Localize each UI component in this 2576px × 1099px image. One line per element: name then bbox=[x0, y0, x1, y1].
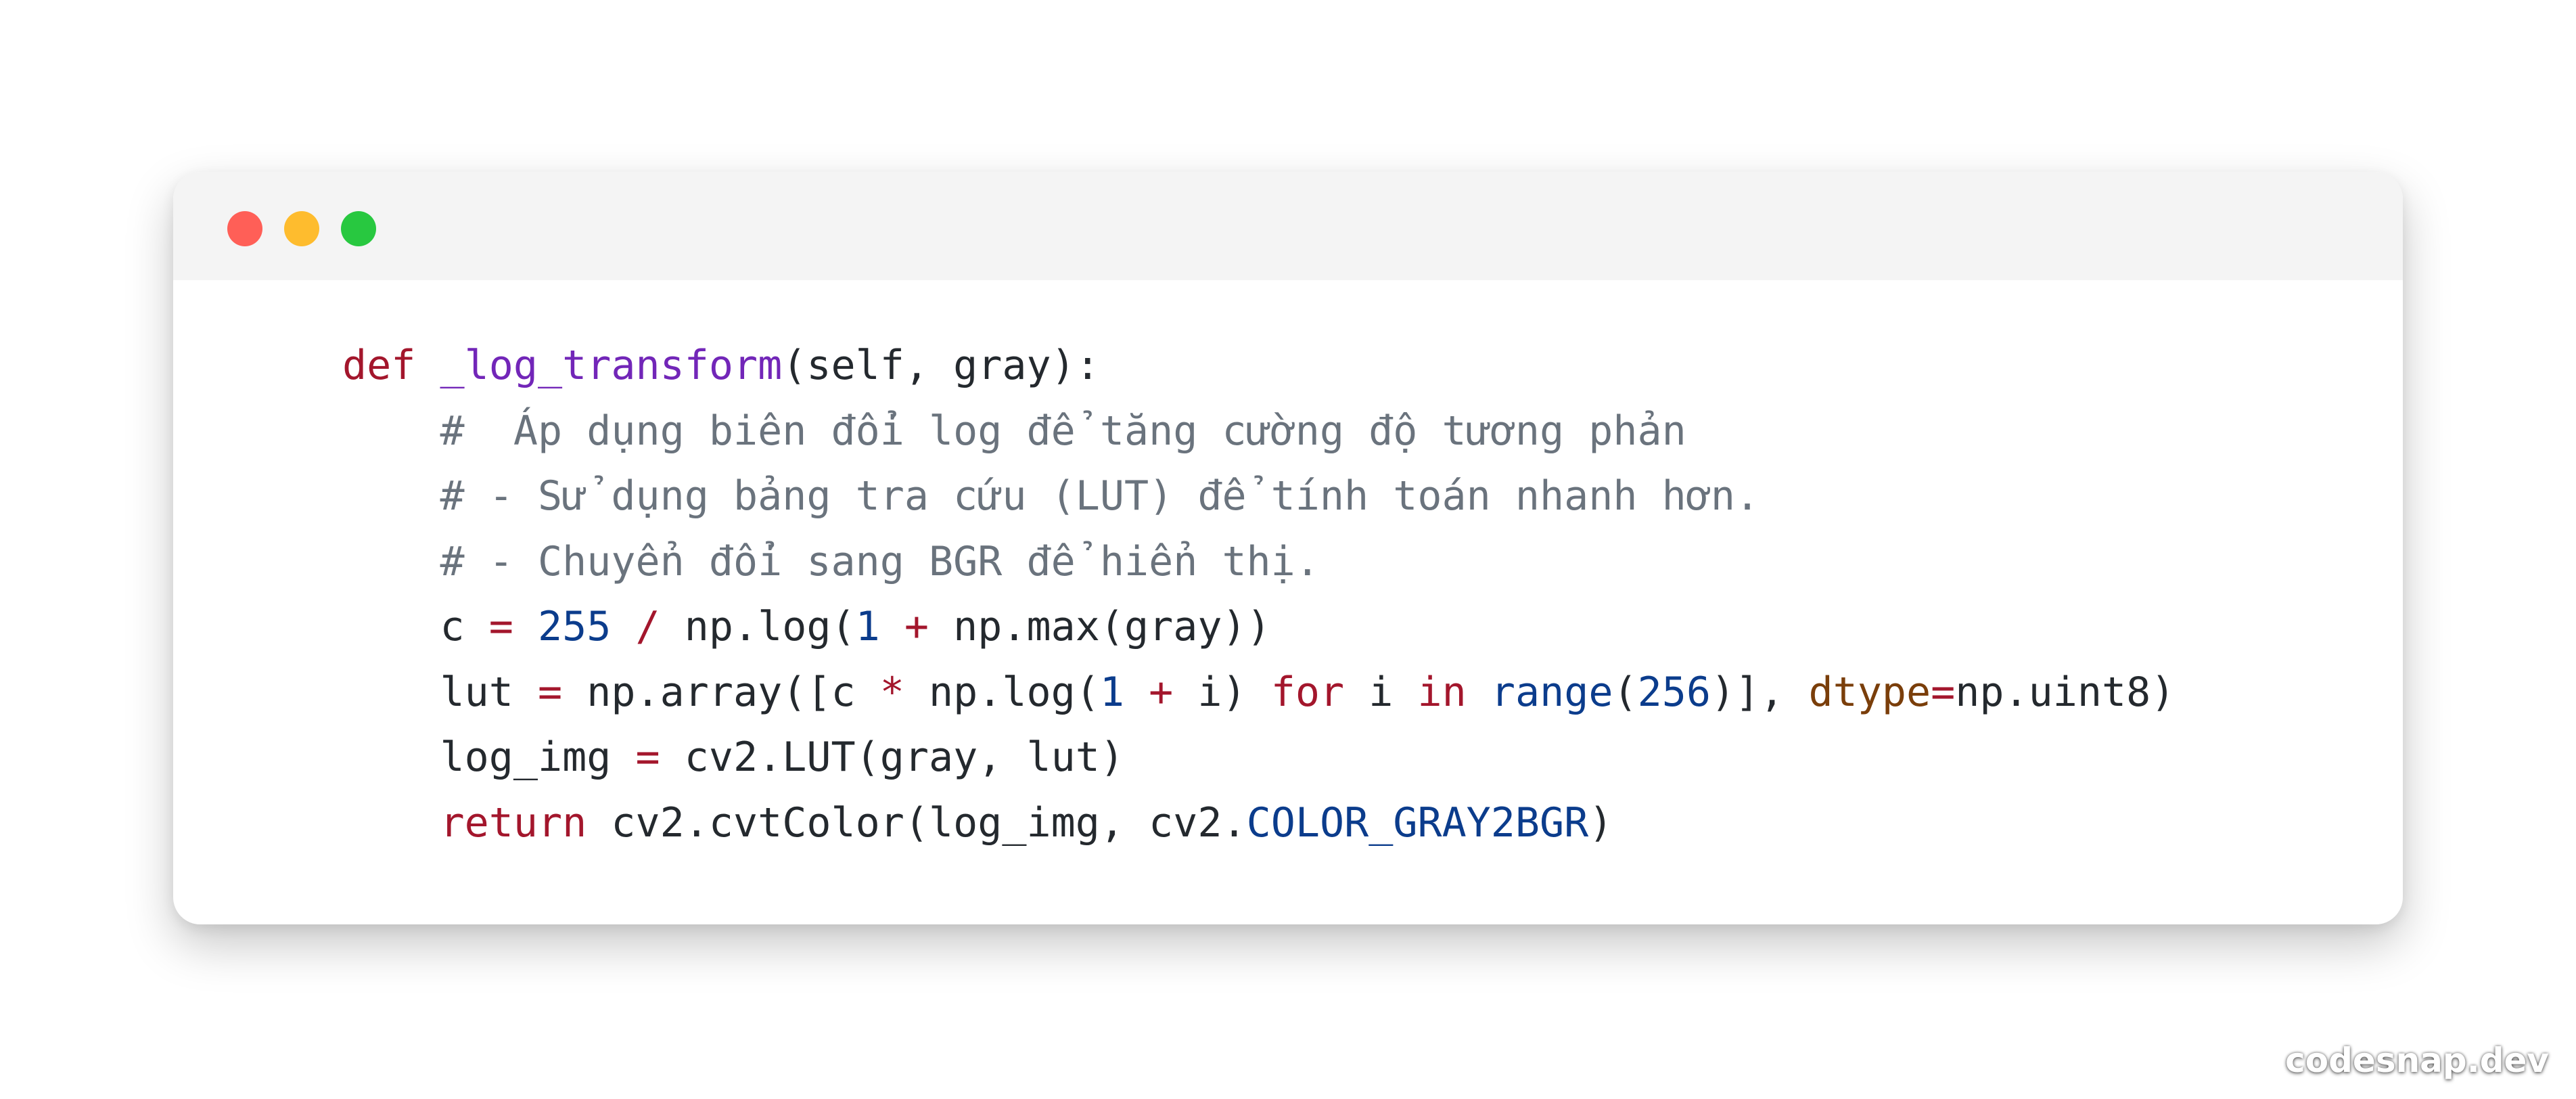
code-line: c = 255 / np.log(1 + np.max(gray)) bbox=[342, 594, 2175, 660]
code-token-number: 1 bbox=[1099, 668, 1124, 716]
code-token-comment: # - Sử dụng bảng tra cứu (LUT) để tính t… bbox=[440, 472, 1760, 520]
code-token-plain: )], bbox=[1710, 668, 1809, 716]
code-block: def _log_transform(self, gray): # Áp dụn… bbox=[342, 333, 2175, 855]
code-token-number: 1 bbox=[855, 603, 880, 650]
minimize-dot-icon bbox=[284, 211, 319, 246]
code-token-keyword: in bbox=[1417, 668, 1467, 716]
code-token-plain: log_img bbox=[440, 734, 636, 781]
code-token-parameter: dtype bbox=[1808, 668, 1931, 716]
close-dot-icon bbox=[227, 211, 262, 246]
code-token-operator: * bbox=[879, 668, 904, 716]
code-token-plain: ( bbox=[1613, 668, 1638, 716]
code-token-operator: + bbox=[1149, 668, 1174, 716]
code-token-comment: # Áp dụng biên đổi log để tăng cường độ … bbox=[440, 407, 1686, 455]
code-token-keyword: return bbox=[440, 799, 587, 847]
code-token-operator: = bbox=[1931, 668, 1956, 716]
code-token-plain: np.log( bbox=[660, 603, 856, 650]
code-token-plain: i) bbox=[1173, 668, 1271, 716]
code-token-plain: lut bbox=[440, 668, 538, 716]
code-token-plain: c bbox=[440, 603, 489, 650]
code-token-operator: / bbox=[635, 603, 660, 650]
code-line: # Áp dụng biên đổi log để tăng cường độ … bbox=[342, 399, 2175, 464]
code-token-function-name: _log_transform bbox=[440, 342, 783, 389]
watermark: codesnap.dev bbox=[2285, 1041, 2549, 1080]
code-line: # - Chuyển đổi sang BGR để hiển thị. bbox=[342, 529, 2175, 595]
code-window: def _log_transform(self, gray): # Áp dụn… bbox=[173, 172, 2403, 924]
code-line: log_img = cv2.LUT(gray, lut) bbox=[342, 725, 2175, 790]
code-token-plain: ) bbox=[1588, 799, 1613, 847]
code-token-keyword: def bbox=[342, 342, 416, 389]
code-token-plain: cv2.cvtColor(log_img, cv2. bbox=[586, 799, 1247, 847]
code-token-attribute: COLOR_GRAY2BGR bbox=[1246, 799, 1589, 847]
maximize-dot-icon bbox=[341, 211, 376, 246]
code-line: def _log_transform(self, gray): bbox=[342, 333, 2175, 399]
code-token-keyword: for bbox=[1270, 668, 1345, 716]
code-token-operator: = bbox=[488, 603, 513, 650]
code-token-plain: cv2.LUT(gray, lut) bbox=[660, 734, 1124, 781]
window-titlebar bbox=[173, 172, 2403, 280]
canvas: def _log_transform(self, gray): # Áp dụn… bbox=[0, 0, 2576, 1099]
code-token-plain: i bbox=[1344, 668, 1418, 716]
code-token-plain: np.uint8) bbox=[1955, 668, 2176, 716]
code-token-plain: np.max(gray)) bbox=[928, 603, 1271, 650]
code-token-operator: + bbox=[904, 603, 929, 650]
code-token-number: 256 bbox=[1637, 668, 1711, 716]
code-token-operator: = bbox=[538, 668, 563, 716]
code-token-plain: np.log( bbox=[904, 668, 1100, 716]
code-line: return cv2.cvtColor(log_img, cv2.COLOR_G… bbox=[342, 790, 2175, 856]
code-line: # - Sử dụng bảng tra cứu (LUT) để tính t… bbox=[342, 464, 2175, 529]
code-token-builtin: range bbox=[1490, 668, 1613, 716]
code-token-operator: = bbox=[635, 734, 660, 781]
code-line: lut = np.array([c * np.log(1 + i) for i … bbox=[342, 660, 2176, 725]
code-token-plain: np.array([c bbox=[562, 668, 880, 716]
code-token-number: 255 bbox=[538, 603, 612, 650]
code-token-comment: # - Chuyển đổi sang BGR để hiển thị. bbox=[440, 537, 1320, 585]
code-token-plain: (self, gray): bbox=[782, 342, 1100, 389]
